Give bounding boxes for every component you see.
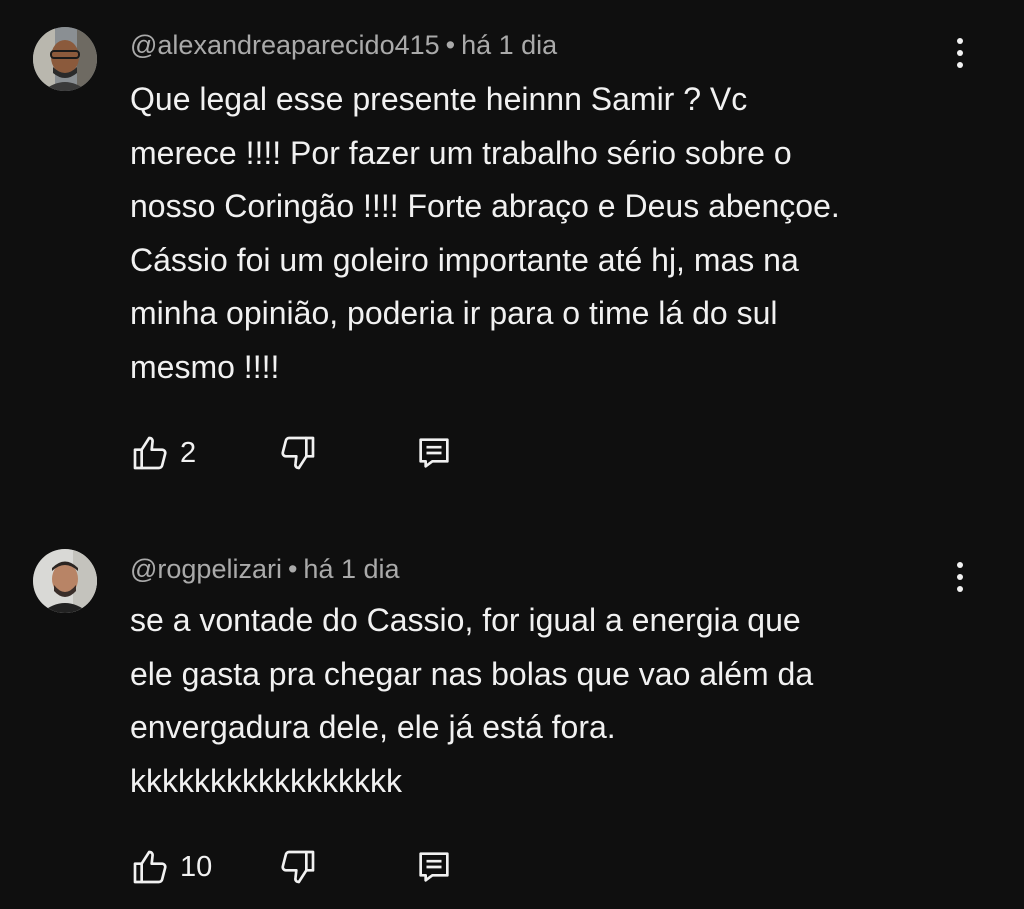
comment-actions: 2 <box>130 433 490 473</box>
like-button[interactable]: 10 <box>130 847 212 887</box>
like-count: 10 <box>180 851 213 883</box>
comment-meta: @alexandreaparecido415 • há 1 dia <box>130 29 557 61</box>
reply-button[interactable] <box>414 433 454 473</box>
comment-meta: @rogpelizari • há 1 dia <box>130 553 400 585</box>
meta-separator: • <box>287 554 298 584</box>
comment-thread-item: @rogpelizari • há 1 dia se a vontade do Ca… <box>0 520 1024 909</box>
reply-button[interactable] <box>414 847 454 887</box>
comment-timestamp[interactable]: há 1 dia <box>303 554 399 584</box>
thumbs-down-icon <box>281 850 315 884</box>
thumbs-down-icon <box>281 436 315 470</box>
author-handle[interactable]: @rogpelizari <box>130 554 282 584</box>
comment-timestamp[interactable]: há 1 dia <box>461 30 557 60</box>
dislike-button[interactable] <box>278 847 318 887</box>
meta-separator: • <box>445 30 456 60</box>
like-button[interactable]: 2 <box>130 433 196 473</box>
comment-thread-item: @alexandreaparecido415 • há 1 dia Que lega… <box>0 0 1024 520</box>
thumbs-up-icon <box>133 850 167 884</box>
like-count: 2 <box>180 437 197 469</box>
avatar[interactable] <box>33 27 97 91</box>
avatar[interactable] <box>33 549 97 613</box>
thumbs-up-icon <box>133 436 167 470</box>
more-vertical-icon[interactable] <box>945 562 975 602</box>
author-handle[interactable]: @alexandreaparecido415 <box>130 30 440 60</box>
dislike-button[interactable] <box>278 433 318 473</box>
comment-text: se a vontade do Cassio, for igual a ener… <box>130 602 814 799</box>
reply-comment-icon <box>419 438 449 468</box>
comment-actions: 10 <box>130 847 490 887</box>
comment-text: Que legal esse presente heinnn Samir ? V… <box>130 81 840 385</box>
more-vertical-icon[interactable] <box>945 38 975 78</box>
reply-comment-icon <box>419 852 449 882</box>
